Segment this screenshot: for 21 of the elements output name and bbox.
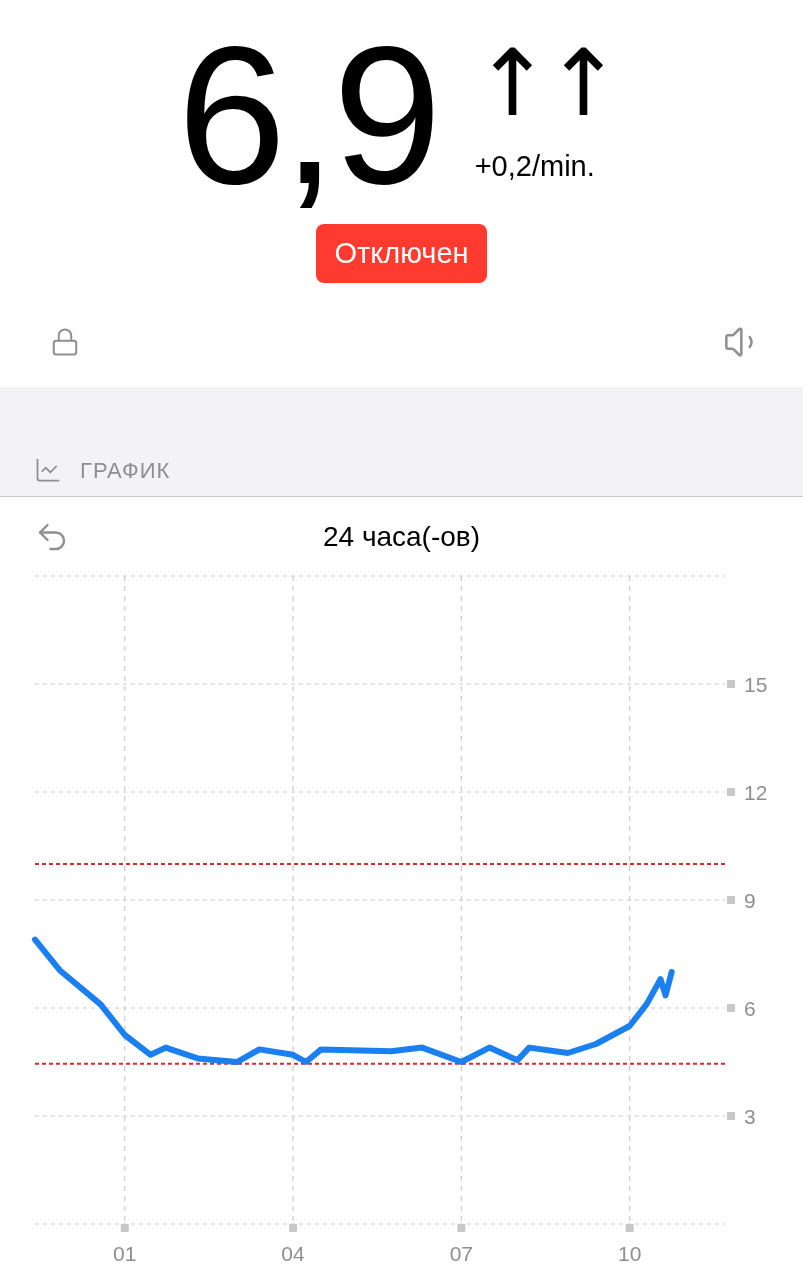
tick-mark	[727, 1004, 735, 1012]
y-axis-label: 15	[744, 673, 768, 696]
tick-mark	[727, 1112, 735, 1120]
rate-of-change: +0,2/min.	[474, 150, 595, 183]
tick-mark	[727, 896, 735, 904]
tick-mark	[727, 788, 735, 796]
x-axis-label: 07	[449, 1242, 473, 1265]
x-axis-label: 01	[113, 1242, 137, 1265]
chart-period: 24 часа(-ов)	[322, 521, 481, 554]
y-axis-label: 6	[744, 997, 756, 1020]
y-axis-label: 3	[744, 1105, 756, 1128]
y-axis-label: 12	[744, 781, 768, 804]
x-axis-label: 04	[281, 1242, 305, 1265]
y-axis-label: 9	[744, 889, 756, 912]
tick-mark	[727, 680, 735, 688]
glucose-reading: 6,9	[177, 16, 438, 216]
x-axis-label: 10	[617, 1242, 642, 1265]
status-button[interactable]: Отключен	[316, 224, 487, 284]
trend-arrows: ↑↑	[473, 34, 616, 134]
lock-icon[interactable]	[50, 327, 80, 358]
section-title: ГРАФИК	[80, 457, 171, 484]
